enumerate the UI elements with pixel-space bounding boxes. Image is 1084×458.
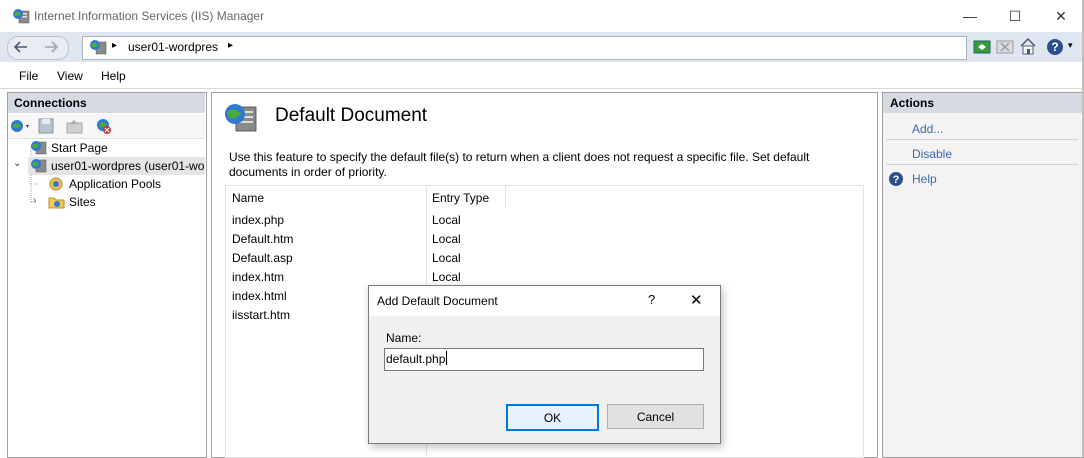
column-header-entry-type[interactable]: Entry Type: [432, 191, 489, 205]
help-icon[interactable]: ?: [1046, 38, 1064, 56]
column-divider: [505, 186, 506, 208]
dialog-close-icon[interactable]: ✕: [690, 291, 703, 309]
action-disable-link[interactable]: Disable: [912, 147, 952, 161]
column-header-name[interactable]: Name: [232, 191, 264, 205]
row-name[interactable]: index.html: [232, 289, 287, 303]
cancel-button[interactable]: Cancel: [607, 404, 704, 429]
row-name[interactable]: index.htm: [232, 270, 284, 284]
name-input-value: default.php: [386, 352, 446, 366]
up-level-icon[interactable]: [66, 118, 84, 134]
action-add-link[interactable]: Add...: [912, 122, 943, 136]
application-pools-icon: [49, 177, 63, 191]
close-icon: ✕: [1055, 7, 1067, 24]
row-name[interactable]: index.php: [232, 213, 284, 227]
breadcrumb-item[interactable]: user01-wordpres: [128, 40, 218, 54]
row-entry-type: Local: [432, 213, 461, 227]
help-icon: ?: [889, 172, 903, 186]
window-title: Internet Information Services (IIS) Mana…: [34, 9, 265, 23]
stop-icon[interactable]: [996, 38, 1014, 56]
maximize-icon: ☐: [1008, 7, 1022, 24]
forward-arrow-icon[interactable]: [41, 39, 61, 55]
divider: [886, 139, 1078, 140]
maximize-button[interactable]: ☐: [992, 0, 1038, 32]
action-help-link[interactable]: Help: [912, 172, 937, 186]
row-name[interactable]: iisstart.htm: [232, 308, 290, 322]
chevron-right-icon[interactable]: ›: [33, 195, 36, 206]
name-label: Name:: [386, 331, 422, 345]
chevron-down-icon[interactable]: ⌄: [13, 158, 21, 169]
server-icon: [90, 40, 107, 55]
iis-app-icon: [13, 9, 30, 24]
feature-description: Use this feature to specify the default …: [229, 150, 810, 179]
menu-bar: [0, 64, 1084, 89]
minimize-icon: —: [963, 8, 977, 24]
back-arrow-icon[interactable]: [11, 39, 31, 55]
menu-file[interactable]: File: [19, 69, 38, 83]
divider: [886, 164, 1078, 165]
dialog-help-button[interactable]: ?: [648, 292, 655, 307]
tree-item-application-pools[interactable]: Application Pools: [69, 177, 161, 191]
start-page-icon: [31, 141, 47, 155]
breadcrumb-separator-icon: ▸: [112, 40, 118, 51]
connections-title: Connections: [14, 96, 87, 110]
row-entry-type: Local: [432, 270, 461, 284]
server-icon: [31, 159, 47, 173]
close-button[interactable]: ✕: [1038, 0, 1084, 32]
row-entry-type: Local: [432, 232, 461, 246]
default-document-icon: [225, 104, 257, 132]
help-dropdown-icon[interactable]: ▾: [1068, 40, 1073, 51]
menu-view[interactable]: View: [57, 69, 83, 83]
breadcrumb-separator-icon[interactable]: ▸: [228, 40, 233, 51]
actions-title: Actions: [890, 96, 935, 110]
text-cursor: [446, 351, 447, 365]
tree-item-server[interactable]: user01-wordpres (user01-wor: [51, 159, 204, 173]
page-title: Default Document: [275, 105, 428, 126]
svg-text:?: ?: [893, 174, 900, 186]
save-icon[interactable]: [38, 118, 56, 134]
connect-icon[interactable]: [10, 118, 32, 134]
tree-item-start-page[interactable]: Start Page: [51, 141, 108, 155]
row-name[interactable]: Default.htm: [232, 232, 293, 246]
refresh-icon[interactable]: [973, 38, 991, 56]
sites-folder-icon: [48, 197, 65, 209]
menu-help[interactable]: Help: [101, 69, 126, 83]
dialog-title: Add Default Document: [377, 294, 498, 308]
ok-button[interactable]: OK: [506, 404, 599, 431]
row-name[interactable]: Default.asp: [232, 251, 293, 265]
minimize-button[interactable]: —: [947, 0, 993, 32]
delete-connection-icon[interactable]: [95, 118, 113, 134]
tree-item-sites[interactable]: Sites: [69, 195, 96, 209]
home-icon[interactable]: [1019, 37, 1037, 55]
row-entry-type: Local: [432, 251, 461, 265]
svg-text:?: ?: [1051, 40, 1058, 54]
